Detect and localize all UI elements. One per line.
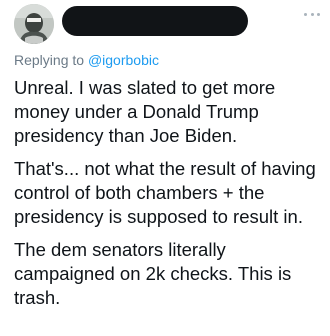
reply-handle-link[interactable]: @igorbobic (88, 52, 159, 68)
replying-to-label: Replying to (14, 52, 88, 68)
tweet: Replying to @igorbobic Unreal. I was sla… (0, 0, 330, 336)
more-dot (304, 12, 307, 16)
replying-to: Replying to @igorbobic (14, 51, 159, 69)
more-dot (317, 12, 320, 16)
more-dot (310, 12, 314, 16)
tweet-text: Unreal. I was slated to get more money u… (14, 76, 324, 319)
user-avatar-icon (14, 4, 54, 44)
avatar[interactable] (14, 4, 54, 44)
tweet-paragraph: That's... not what the result of having … (14, 158, 316, 227)
more-horizontal-icon[interactable] (304, 10, 320, 18)
tweet-paragraph: Unreal. I was slated to get more money u… (14, 77, 276, 146)
redacted-author-name (62, 6, 248, 36)
tweet-paragraph: The dem senators literally campaigned on… (14, 239, 292, 308)
